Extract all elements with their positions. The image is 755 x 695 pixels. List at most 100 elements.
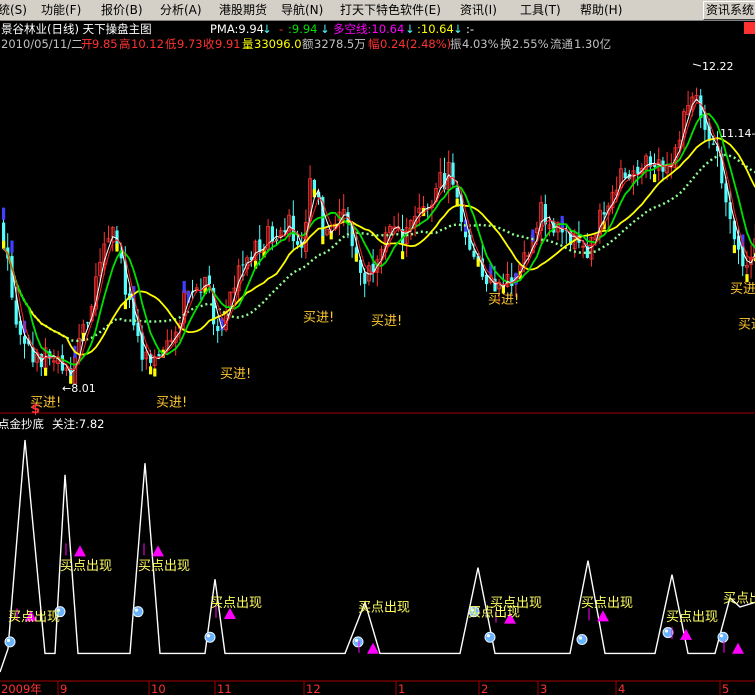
menu-analysis[interactable]: 分析(A)	[160, 0, 202, 20]
signal-circle-highlight	[6, 638, 11, 642]
menu-special-software[interactable]: 打天下特色软件(E)	[340, 0, 441, 20]
buy-signal-label: 买进!	[220, 367, 251, 382]
news-system-button[interactable]: 资讯系统	[702, 1, 755, 20]
dash-label: -	[279, 22, 283, 36]
candle-body	[636, 166, 640, 174]
signal-circle-highlight	[354, 638, 359, 642]
candle-highlight	[476, 258, 480, 267]
candle-body	[14, 300, 18, 325]
high-price-label: 12.22	[702, 60, 734, 73]
menu-news[interactable]: 资讯(I)	[460, 0, 497, 20]
duokong-arrow: ↓	[405, 22, 415, 36]
open-label: 开	[81, 37, 93, 51]
candle-body	[23, 336, 27, 344]
menu-function[interactable]: 功能(F)	[41, 0, 81, 20]
x-axis-tick-label: 2	[481, 682, 488, 695]
amplitude-label: 振	[450, 37, 462, 51]
buy-point-label: 买点出现	[8, 610, 60, 625]
candle-highlight	[321, 236, 325, 245]
signal-circle-highlight	[134, 608, 139, 612]
candle-body	[241, 264, 245, 266]
candle-blue-bar	[10, 240, 14, 253]
menu-bar: 统(S) 功能(F) 报价(B) 分析(A) 港股期货 导航(N) 打天下特色软…	[0, 0, 755, 21]
quote-date: 2010/05/11/二	[1, 37, 83, 51]
buy-point-label: 买点出现	[60, 559, 112, 574]
menu-tools[interactable]: 工具(T)	[520, 0, 561, 20]
menu-navigate[interactable]: 导航(N)	[281, 0, 323, 20]
x-axis-tick-label: 4	[618, 682, 625, 695]
x-axis-tick-label: 9	[60, 682, 67, 695]
candle-body	[602, 212, 606, 215]
x-axis-tick-label: 11	[217, 682, 232, 695]
buy-signal-label: 买进!	[738, 317, 755, 332]
chart-area[interactable]: 景谷林业(日线) 天下操盘主图 PMA:9.94 ↓ - :9.94 ↓ 多空线…	[0, 20, 755, 695]
signal-circle	[484, 631, 496, 643]
green-ma-arrow: ↓	[320, 22, 330, 36]
turnover-label: 换	[500, 37, 512, 51]
high-value: 10.12	[131, 37, 164, 51]
menu-quote[interactable]: 报价(B)	[101, 0, 143, 20]
signal-circle	[352, 636, 364, 648]
candle-highlight	[149, 366, 153, 375]
close-label: 收	[203, 37, 215, 51]
volume-label: 量	[242, 37, 254, 51]
candle-body	[472, 250, 476, 257]
duokong-label: 多空线:10.64	[333, 22, 404, 36]
pma-label: PMA:9.94	[210, 22, 264, 36]
signal-circle-highlight	[664, 629, 669, 633]
amplitude-value: 4.03%	[462, 37, 499, 51]
signal-triangle	[680, 628, 692, 640]
candle-blue-bar	[2, 207, 6, 220]
candle-highlight	[653, 174, 657, 183]
candle-body	[216, 325, 220, 332]
indicator-chart: 买点出现买点出现买点出现买点出现买点出现买点出现买点出现买点出现买点出现买点出现	[0, 439, 755, 673]
buy-point-label: 买点出现	[210, 596, 262, 611]
amount-value: 3278.5万	[314, 37, 366, 51]
buy-point-label: 买点出现	[723, 591, 755, 606]
low-label: 低	[165, 37, 177, 51]
high-label: 高	[119, 37, 131, 51]
buy-point-label: 买点出现	[581, 596, 633, 611]
panel-corner-marker	[744, 22, 755, 34]
candle-body	[543, 204, 547, 225]
x-axis-tick-label: 2009年	[1, 682, 42, 695]
indicator-focus-value: 关注:7.82	[52, 417, 104, 431]
high-label-pointer	[692, 63, 702, 67]
stock-title: 景谷林业(日线) 天下操盘主图	[1, 22, 152, 36]
indicator-line	[0, 439, 755, 673]
signal-circle	[204, 631, 216, 643]
candle-highlight	[401, 251, 405, 260]
amount-label: 额	[302, 37, 314, 51]
green-ma-value: :9.94	[288, 22, 317, 36]
candle-highlight	[153, 368, 157, 377]
x-axis-tick-label: 3	[540, 682, 547, 695]
candle-body	[623, 172, 627, 179]
candle-body	[157, 354, 161, 357]
candle-body	[207, 275, 211, 284]
x-axis-tick-label: 1	[398, 682, 405, 695]
candle-body	[711, 143, 715, 145]
menu-help[interactable]: 帮助(H)	[580, 0, 622, 20]
signal-circle-highlight	[486, 634, 491, 638]
candle-body	[703, 114, 707, 130]
yellow-ma-arrow: ↓	[453, 22, 463, 36]
yellow-ma-value: :10.64	[417, 22, 454, 36]
signal-circle	[4, 636, 16, 648]
pma-arrow: ↓	[262, 22, 272, 36]
candle-highlight	[115, 243, 119, 252]
x-axis-tick-label: 5	[722, 682, 729, 695]
buy-point-label: 买点出现	[138, 559, 190, 574]
menu-hk-futures[interactable]: 港股期货	[219, 0, 267, 20]
right-price-label: 11.14-1	[720, 127, 755, 140]
tail-label: :-	[466, 22, 474, 36]
signal-circle	[132, 606, 144, 618]
candle-blue-bar	[182, 280, 186, 293]
change-value: 0.24(2.48%)	[380, 37, 451, 51]
menu-system[interactable]: 统(S)	[0, 0, 27, 20]
candle-highlight	[2, 240, 6, 249]
candle-highlight	[44, 367, 48, 376]
low-value: 9.73	[177, 37, 203, 51]
close-value: 9.91	[215, 37, 241, 51]
candle-body	[86, 322, 90, 324]
candle-body	[199, 291, 203, 293]
